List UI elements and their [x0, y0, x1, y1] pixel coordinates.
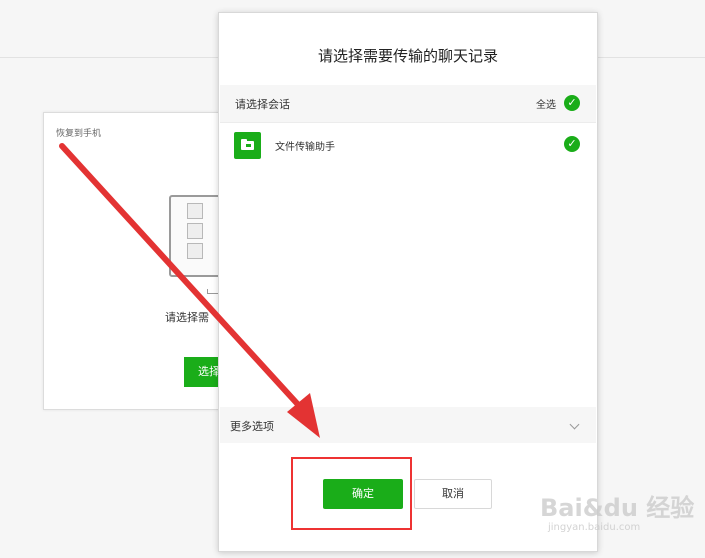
check-circle-icon[interactable]: ✓: [564, 136, 580, 152]
chat-name: 文件传输助手: [275, 142, 335, 153]
folder-icon: [241, 139, 254, 150]
chevron-down-icon[interactable]: [569, 419, 580, 430]
card-prompt: 请选择需: [165, 311, 209, 324]
more-options-label: 更多选项: [230, 420, 274, 433]
watermark-brand: Bai&du 经验: [540, 494, 695, 522]
annotation-highlight-box: [291, 457, 412, 530]
select-all-label[interactable]: 全选: [536, 96, 556, 111]
card-title: 恢复到手机: [56, 129, 102, 139]
watermark-url: jingyan.baidu.com: [548, 522, 641, 533]
conversation-section-header: 请选择会话 全选 ✓: [220, 85, 596, 123]
file-transfer-avatar: [234, 132, 261, 159]
more-options-row[interactable]: 更多选项: [220, 407, 596, 443]
select-all-check-icon[interactable]: ✓: [564, 95, 580, 111]
cancel-button[interactable]: 取消: [414, 479, 492, 509]
dialog-title: 请选择需要传输的聊天记录: [317, 47, 498, 65]
list-item[interactable]: 文件传输助手 ✓: [220, 125, 596, 165]
section-label: 请选择会话: [235, 98, 290, 111]
